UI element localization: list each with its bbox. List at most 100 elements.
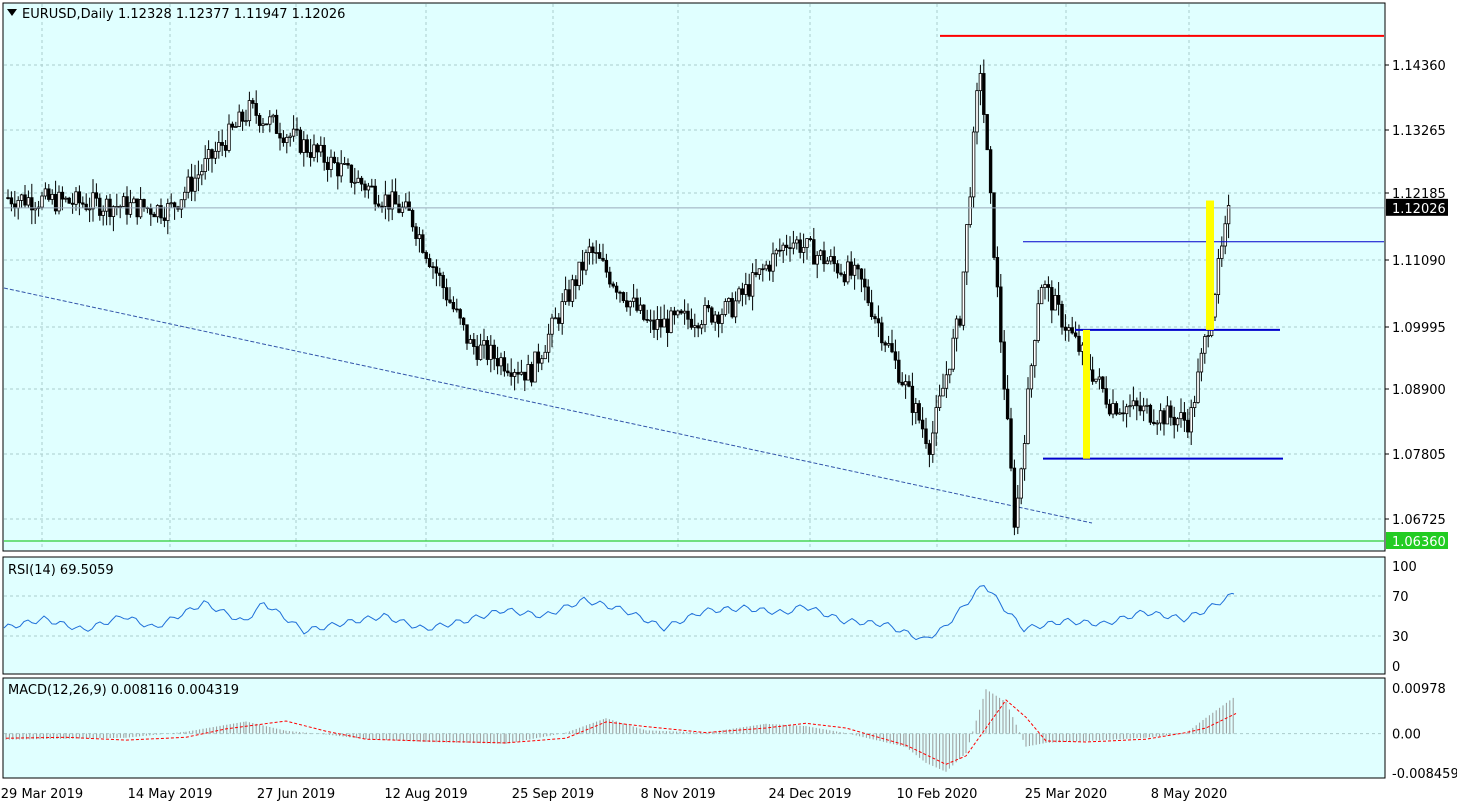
candle-up <box>417 234 422 239</box>
candle-up <box>383 194 388 207</box>
y-tick-label: 1.09995 <box>1392 321 1446 336</box>
candle-down <box>621 292 626 302</box>
candle-down <box>281 137 286 143</box>
candle-up <box>166 203 170 221</box>
candle-up <box>101 210 105 216</box>
main-price-panel[interactable] <box>2 2 1386 552</box>
candle-up <box>169 202 173 205</box>
candle-up <box>703 304 707 325</box>
candle-down <box>60 191 65 200</box>
candle-up <box>546 333 551 353</box>
candle-down <box>849 261 853 276</box>
x-tick-label: 12 Aug 2019 <box>384 787 467 802</box>
candle-down <box>907 381 911 387</box>
candle-down <box>516 371 520 375</box>
candle-down <box>784 244 789 249</box>
candle-down <box>999 286 1003 343</box>
rsi-tick-label: 30 <box>1392 630 1409 645</box>
y-tick-label: 1.13265 <box>1392 124 1446 139</box>
candle-down <box>812 239 816 265</box>
candle-up <box>937 395 942 408</box>
candle-up <box>339 163 343 177</box>
price-chart[interactable]: 29 Mar 2019 14 May 2019 27 Jun 2019 12 Aug … <box>0 0 1457 807</box>
candle-down <box>900 381 904 386</box>
candle-down <box>336 162 340 177</box>
candle-up <box>699 324 704 329</box>
candle-down <box>23 194 27 206</box>
candle-down <box>455 308 459 311</box>
candle-up <box>1206 335 1210 337</box>
candle-down <box>461 317 466 326</box>
candle-down <box>1070 327 1074 334</box>
candle-down <box>863 278 867 288</box>
candle-down <box>444 287 449 301</box>
candle-down <box>601 257 605 261</box>
candle-down <box>472 339 476 347</box>
candle-down <box>798 239 802 253</box>
candle-up <box>764 264 768 270</box>
candle-down <box>189 176 194 192</box>
candle-up <box>1097 376 1102 380</box>
candle-down <box>635 297 639 311</box>
candle-down <box>434 266 439 274</box>
candle-down <box>856 264 860 270</box>
candle-up <box>971 131 976 198</box>
candle-up <box>550 317 554 335</box>
candle-up <box>954 318 959 339</box>
candle-up <box>206 149 211 160</box>
candle-down <box>210 149 214 159</box>
x-tick-label: 8 Nov 2019 <box>641 787 716 802</box>
candle-up <box>1203 336 1207 354</box>
candle-down <box>536 351 541 364</box>
candle-down <box>859 268 864 280</box>
candle-down <box>81 202 85 205</box>
rsi-panel[interactable] <box>2 556 1386 675</box>
candle-down <box>995 257 1000 288</box>
candle-down <box>672 310 677 316</box>
candle-down <box>618 291 622 294</box>
candle-down <box>608 271 612 285</box>
symbol-title: EURUSD,Daily <box>22 7 114 22</box>
candle-down <box>1090 369 1095 382</box>
candle-down <box>642 304 646 320</box>
candle-up <box>594 252 598 254</box>
candle-down <box>98 197 102 216</box>
candle-up <box>903 381 908 386</box>
candle-up <box>1213 294 1217 318</box>
candle-down <box>778 249 782 252</box>
candle-up <box>540 358 544 364</box>
candle-down <box>839 272 843 275</box>
candle-down <box>659 319 663 328</box>
candle-up <box>1192 402 1197 409</box>
candle-up <box>247 100 252 122</box>
candle-down <box>869 302 874 317</box>
candle-down <box>822 250 826 265</box>
highlight-bar <box>1206 200 1214 330</box>
candle-down <box>380 205 384 208</box>
candle-up <box>196 174 201 179</box>
candle-up <box>26 197 31 206</box>
candle-up <box>829 256 833 262</box>
candle-down <box>152 213 156 218</box>
candle-up <box>662 318 666 328</box>
macd-tick-label: 0.00978 <box>1392 682 1446 697</box>
candle-up <box>1039 287 1044 305</box>
candle-up <box>628 301 632 308</box>
candle-down <box>992 192 996 258</box>
candle-down <box>529 364 534 383</box>
candle-up <box>50 193 54 200</box>
candle-down <box>298 129 303 153</box>
candle-down <box>70 202 75 205</box>
candle-down <box>77 191 82 204</box>
ohlc-readout: 1.12328 1.12377 1.11947 1.12026 <box>118 7 345 22</box>
candle-down <box>9 197 14 205</box>
candle-up <box>1029 365 1034 390</box>
candle-up <box>19 194 24 201</box>
candle-up <box>951 337 955 370</box>
candle-up <box>227 123 231 151</box>
candle-up <box>234 126 238 128</box>
candle-up <box>512 371 517 377</box>
candle-up <box>815 255 819 265</box>
candle-up <box>801 247 806 253</box>
candle-down <box>370 185 374 188</box>
